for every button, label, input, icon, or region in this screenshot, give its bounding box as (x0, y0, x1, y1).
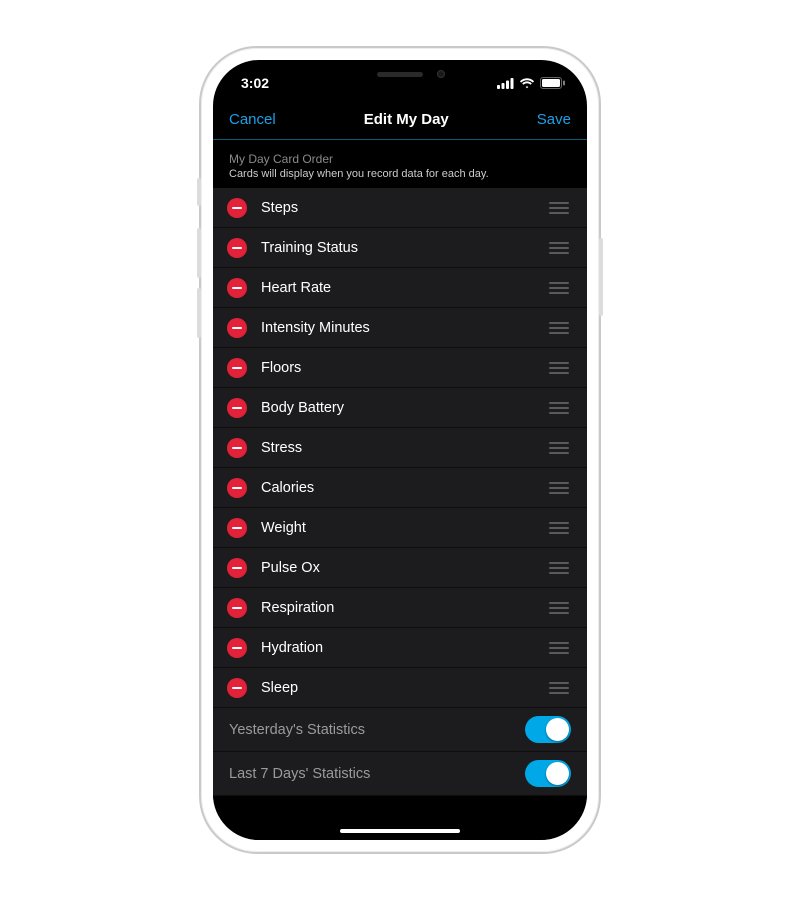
drag-handle-icon[interactable] (547, 398, 571, 418)
remove-icon[interactable] (227, 198, 247, 218)
remove-icon[interactable] (227, 678, 247, 698)
drag-handle-icon[interactable] (547, 358, 571, 378)
cancel-button[interactable]: Cancel (229, 111, 276, 128)
screen: 3:02 Cancel Edit My Day Save My Day Card… (213, 60, 587, 840)
list-item[interactable]: Stress (213, 428, 587, 468)
list-item-label: Steps (261, 200, 533, 216)
notch (310, 60, 490, 88)
drag-handle-icon[interactable] (547, 438, 571, 458)
status-time: 3:02 (241, 75, 269, 91)
drag-handle-icon[interactable] (547, 198, 571, 218)
list-item[interactable]: Calories (213, 468, 587, 508)
list-item[interactable]: Training Status (213, 228, 587, 268)
card-list: Steps Training Status Heart Rate Intensity … (213, 188, 587, 708)
cellular-signal-icon (497, 78, 514, 89)
remove-icon[interactable] (227, 238, 247, 258)
remove-icon[interactable] (227, 278, 247, 298)
drag-handle-icon[interactable] (547, 678, 571, 698)
home-indicator[interactable] (340, 829, 460, 833)
list-item-label: Intensity Minutes (261, 320, 533, 336)
drag-handle-icon[interactable] (547, 278, 571, 298)
section-subtitle: Cards will display when you record data … (229, 168, 571, 180)
toggle-switch[interactable] (525, 716, 571, 743)
list-item-label: Floors (261, 360, 533, 376)
battery-icon (540, 77, 565, 89)
wifi-icon (519, 78, 535, 89)
nav-bar: Cancel Edit My Day Save (213, 100, 587, 140)
remove-icon[interactable] (227, 438, 247, 458)
list-item[interactable]: Weight (213, 508, 587, 548)
list-item[interactable]: Sleep (213, 668, 587, 708)
drag-handle-icon[interactable] (547, 478, 571, 498)
speaker (377, 72, 423, 77)
list-item-label: Body Battery (261, 400, 533, 416)
remove-icon[interactable] (227, 318, 247, 338)
list-item-label: Respiration (261, 600, 533, 616)
list-item[interactable]: Steps (213, 188, 587, 228)
drag-handle-icon[interactable] (547, 238, 571, 258)
drag-handle-icon[interactable] (547, 318, 571, 338)
phone-side-button (197, 228, 201, 278)
phone-side-button (197, 178, 201, 206)
save-button[interactable]: Save (537, 111, 571, 128)
list-item-label: Training Status (261, 240, 533, 256)
list-item[interactable]: Intensity Minutes (213, 308, 587, 348)
phone-side-button (197, 288, 201, 338)
drag-handle-icon[interactable] (547, 558, 571, 578)
remove-icon[interactable] (227, 478, 247, 498)
list-item[interactable]: Heart Rate (213, 268, 587, 308)
list-item-label: Calories (261, 480, 533, 496)
remove-icon[interactable] (227, 398, 247, 418)
toggle-label: Last 7 Days' Statistics (229, 766, 370, 782)
list-item[interactable]: Floors (213, 348, 587, 388)
drag-handle-icon[interactable] (547, 638, 571, 658)
list-item-label: Sleep (261, 680, 533, 696)
list-item[interactable]: Respiration (213, 588, 587, 628)
list-item-label: Pulse Ox (261, 560, 533, 576)
phone-side-button (599, 238, 603, 316)
remove-icon[interactable] (227, 558, 247, 578)
drag-handle-icon[interactable] (547, 598, 571, 618)
status-icons (497, 77, 565, 89)
phone-frame: 3:02 Cancel Edit My Day Save My Day Card… (199, 46, 601, 854)
list-item-label: Stress (261, 440, 533, 456)
list-item[interactable]: Body Battery (213, 388, 587, 428)
list-item-label: Weight (261, 520, 533, 536)
page-title: Edit My Day (364, 111, 449, 128)
toggle-switch[interactable] (525, 760, 571, 787)
front-camera (437, 70, 445, 78)
remove-icon[interactable] (227, 358, 247, 378)
remove-icon[interactable] (227, 598, 247, 618)
section-header: My Day Card Order Cards will display whe… (213, 140, 587, 188)
section-title: My Day Card Order (229, 152, 571, 166)
list-item-label: Heart Rate (261, 280, 533, 296)
drag-handle-icon[interactable] (547, 518, 571, 538)
content-area: My Day Card Order Cards will display whe… (213, 140, 587, 840)
toggle-row: Last 7 Days' Statistics (213, 752, 587, 796)
list-item-label: Hydration (261, 640, 533, 656)
toggle-label: Yesterday's Statistics (229, 722, 365, 738)
list-item[interactable]: Pulse Ox (213, 548, 587, 588)
remove-icon[interactable] (227, 518, 247, 538)
toggle-row: Yesterday's Statistics (213, 708, 587, 752)
list-item[interactable]: Hydration (213, 628, 587, 668)
toggle-list: Yesterday's Statistics Last 7 Days' Stati… (213, 708, 587, 796)
remove-icon[interactable] (227, 638, 247, 658)
